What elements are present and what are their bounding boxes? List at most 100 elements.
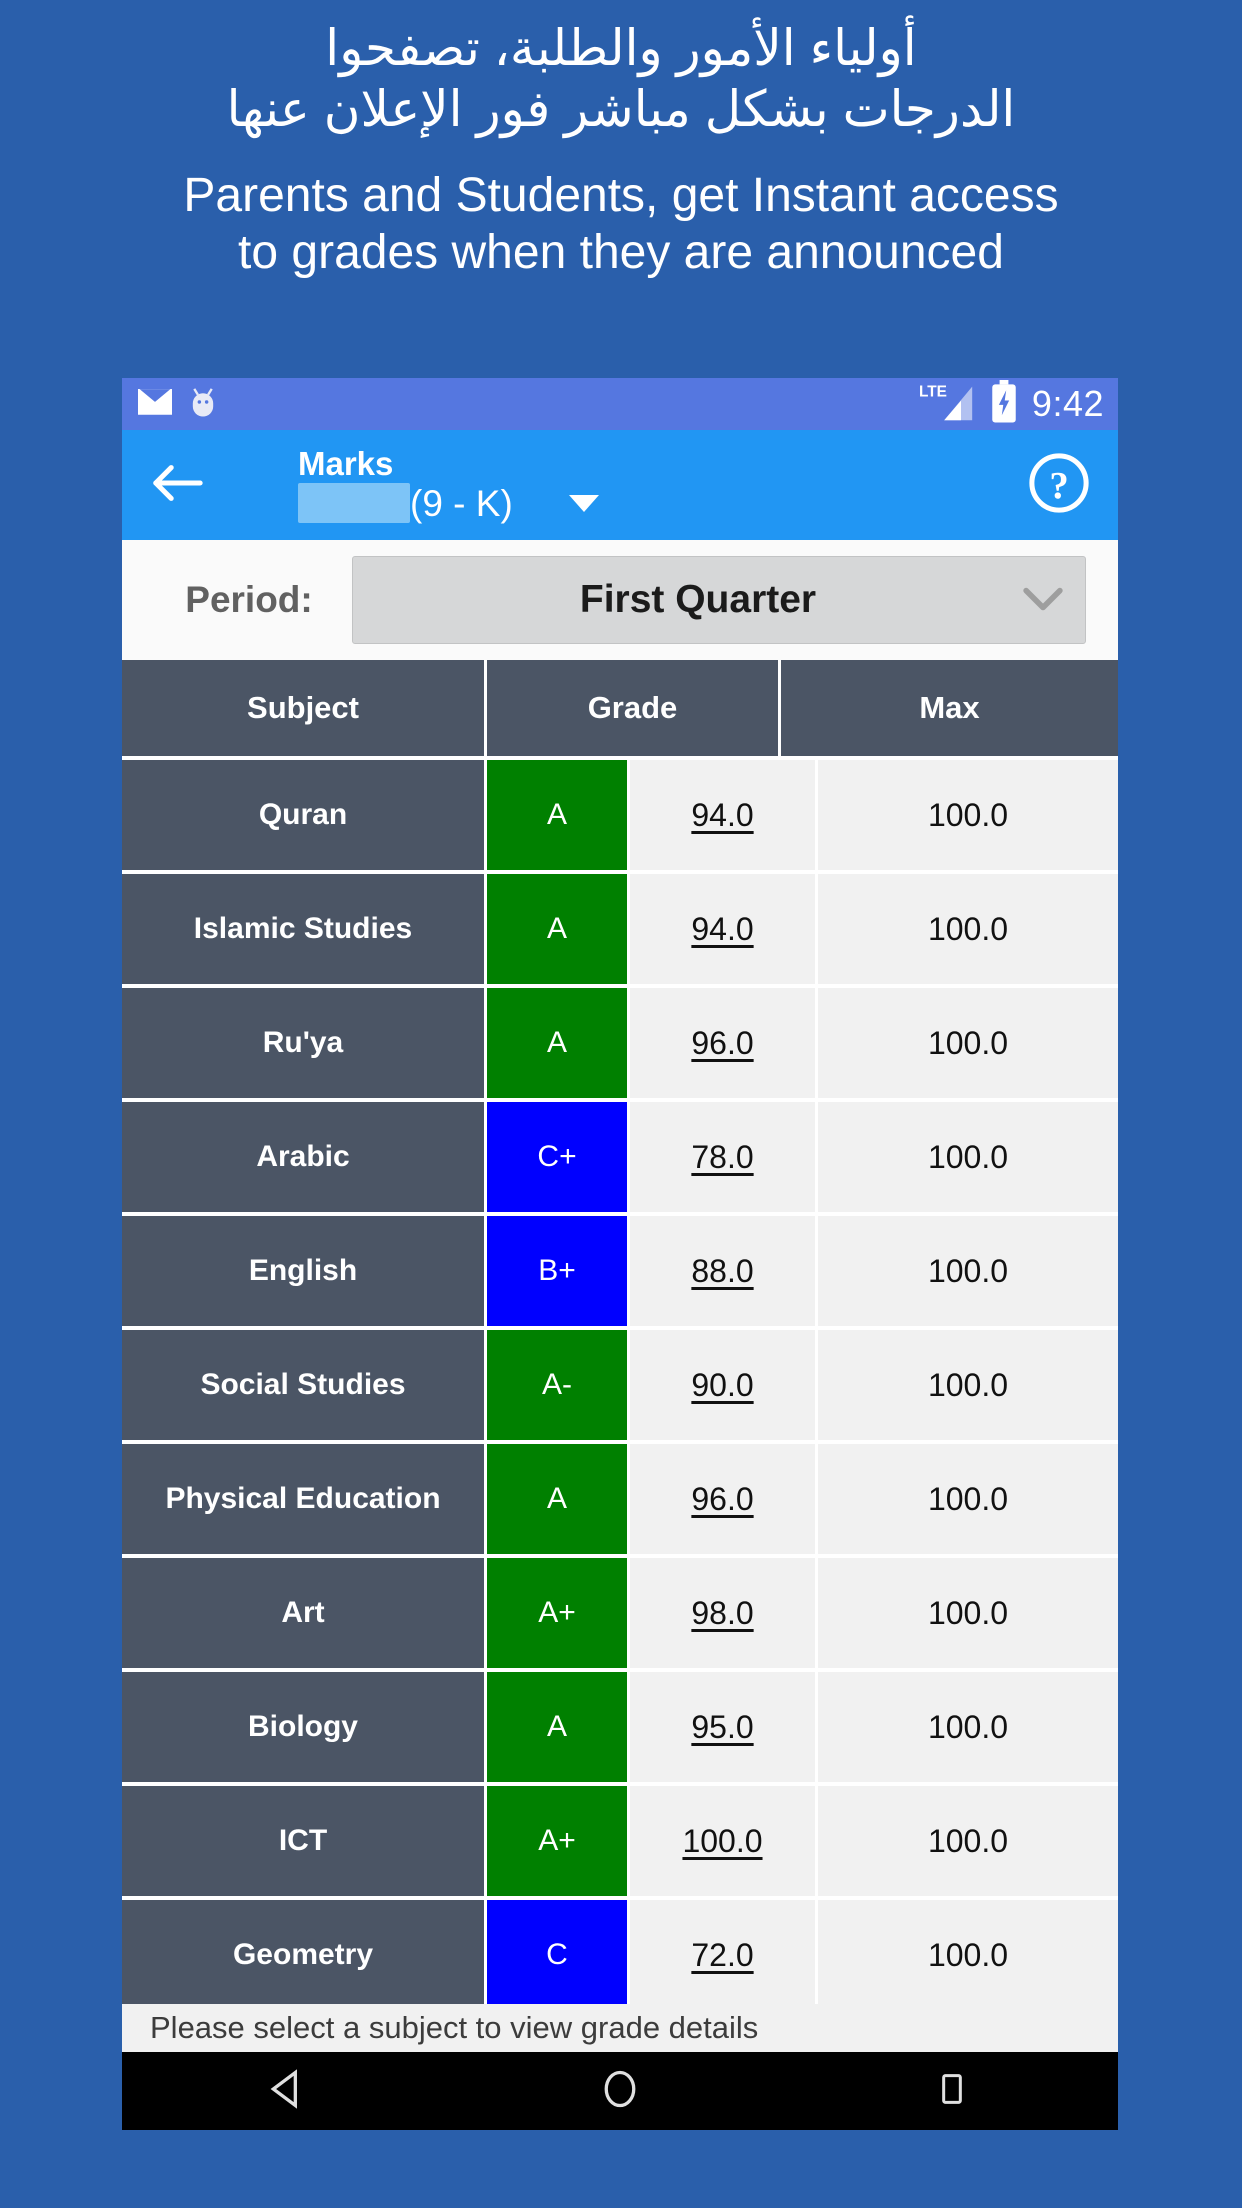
nav-home-button[interactable] xyxy=(560,2052,680,2130)
page-title: Marks xyxy=(298,444,394,482)
cell-grade-letter: A xyxy=(487,874,627,984)
table-row[interactable]: Geometry C 72.0 100.0 xyxy=(122,1900,1118,2010)
student-selector[interactable]: (9 - K) xyxy=(298,482,1004,524)
cell-subject: Quran xyxy=(122,760,484,870)
cell-grade-letter: C+ xyxy=(487,1102,627,1212)
cell-mark-value: 96.0 xyxy=(691,1024,754,1061)
table-row[interactable]: Arabic C+ 78.0 100.0 xyxy=(122,1102,1118,1212)
promo-banner: أولياء الأمور والطلبة، تصفحوا الدرجات بش… xyxy=(0,0,1242,281)
cell-subject: ICT xyxy=(122,1786,484,1896)
table-row[interactable]: Social Studies A- 90.0 100.0 xyxy=(122,1330,1118,1440)
help-circle-icon: ? xyxy=(1028,452,1090,519)
cell-mark-value: 88.0 xyxy=(691,1252,754,1289)
promo-english-line-1: Parents and Students, get Instant access xyxy=(183,169,1059,222)
period-selected-value: First Quarter xyxy=(579,578,817,621)
cell-mark-value: 98.0 xyxy=(691,1594,754,1631)
promo-arabic-headline: أولياء الأمور والطلبة، تصفحوا الدرجات بش… xyxy=(0,0,1242,140)
column-header-max: Max xyxy=(781,660,1118,756)
cell-mark-value: 96.0 xyxy=(691,1480,754,1517)
student-class-label: (9 - K) xyxy=(410,482,513,524)
cell-max: 100.0 xyxy=(818,1216,1118,1326)
cell-mark-value: 100.0 xyxy=(682,1822,763,1859)
cell-subject: Islamic Studies xyxy=(122,874,484,984)
cell-grade-letter: C xyxy=(487,1900,627,2010)
cell-max: 100.0 xyxy=(818,1330,1118,1440)
cell-mark: 96.0 xyxy=(630,988,815,1098)
svg-text:LTE: LTE xyxy=(919,383,947,400)
email-icon xyxy=(137,387,173,420)
cell-mark: 90.0 xyxy=(630,1330,815,1440)
cell-mark: 78.0 xyxy=(630,1102,815,1212)
cell-mark-value: 78.0 xyxy=(691,1138,754,1175)
cell-max: 100.0 xyxy=(818,1786,1118,1896)
promo-arabic-line-1: أولياء الأمور والطلبة، تصفحوا xyxy=(325,20,917,76)
cell-mark: 96.0 xyxy=(630,1444,815,1554)
nav-recents-button[interactable] xyxy=(892,2052,1012,2130)
cell-grade-letter: A xyxy=(487,1672,627,1782)
cell-max: 100.0 xyxy=(818,1102,1118,1212)
cell-subject: English xyxy=(122,1216,484,1326)
help-button[interactable]: ? xyxy=(1004,430,1114,540)
status-bar: LTE 9:42 xyxy=(122,378,1118,430)
table-row[interactable]: Islamic Studies A 94.0 100.0 xyxy=(122,874,1118,984)
table-row[interactable]: Quran A 94.0 100.0 xyxy=(122,760,1118,870)
period-dropdown[interactable]: First Quarter xyxy=(352,556,1086,644)
cell-max: 100.0 xyxy=(818,874,1118,984)
battery-charging-icon xyxy=(990,379,1018,429)
cell-mark: 94.0 xyxy=(630,874,815,984)
table-row[interactable]: Physical Education A 96.0 100.0 xyxy=(122,1444,1118,1554)
toast-text: Please select a subject to view grade de… xyxy=(150,2010,759,2045)
cell-mark: 95.0 xyxy=(630,1672,815,1782)
android-nav-bar xyxy=(122,2052,1118,2130)
cell-max: 100.0 xyxy=(818,760,1118,870)
table-header-row: Subject Grade Max xyxy=(122,660,1118,756)
cell-subject: Physical Education xyxy=(122,1444,484,1554)
promo-arabic-line-2: الدرجات بشكل مباشر فور الإعلان عنها xyxy=(226,81,1016,137)
home-circle-icon xyxy=(598,2067,642,2116)
status-bar-clock: 9:42 xyxy=(1031,383,1104,424)
cell-subject: Geometry xyxy=(122,1900,484,2010)
cell-subject: Art xyxy=(122,1558,484,1668)
cell-grade-letter: A- xyxy=(487,1330,627,1440)
column-header-grade: Grade xyxy=(487,660,778,756)
cell-subject: Biology xyxy=(122,1672,484,1782)
phone-screenshot: LTE 9:42 Marks (9 - K) ? Period: First Q… xyxy=(122,378,1118,2130)
cell-subject: Social Studies xyxy=(122,1330,484,1440)
cell-grade-letter: A xyxy=(487,1444,627,1554)
cell-max: 100.0 xyxy=(818,1900,1118,2010)
cell-mark: 100.0 xyxy=(630,1786,815,1896)
recents-square-icon xyxy=(932,2069,972,2114)
table-row[interactable]: Ru'ya A 96.0 100.0 xyxy=(122,988,1118,1098)
cell-max: 100.0 xyxy=(818,1672,1118,1782)
back-triangle-icon xyxy=(266,2067,310,2116)
cell-mark: 94.0 xyxy=(630,760,815,870)
svg-text:?: ? xyxy=(1049,464,1068,507)
toast-message: Please select a subject to view grade de… xyxy=(122,2004,1118,2052)
column-header-subject: Subject xyxy=(122,660,484,756)
chevron-down-icon xyxy=(1013,585,1073,615)
caret-down-icon[interactable] xyxy=(568,494,599,512)
table-row[interactable]: English B+ 88.0 100.0 xyxy=(122,1216,1118,1326)
grades-table: Subject Grade Max Quran A 94.0 100.0 Islamic… xyxy=(122,660,1118,2010)
promo-english-headline: Parents and Students, get Instant access… xyxy=(0,140,1242,281)
nav-back-button[interactable] xyxy=(228,2052,348,2130)
table-row[interactable]: ICT A+ 100.0 100.0 xyxy=(122,1786,1118,1896)
cell-mark-value: 72.0 xyxy=(691,1936,754,1973)
back-button[interactable] xyxy=(122,430,232,540)
table-row[interactable]: Biology A 95.0 100.0 xyxy=(122,1672,1118,1782)
table-row[interactable]: Art A+ 98.0 100.0 xyxy=(122,1558,1118,1668)
period-label: Period: xyxy=(185,579,313,620)
cell-subject: Arabic xyxy=(122,1102,484,1212)
cell-max: 100.0 xyxy=(818,988,1118,1098)
cell-mark: 88.0 xyxy=(630,1216,815,1326)
cell-max: 100.0 xyxy=(818,1558,1118,1668)
cell-mark: 98.0 xyxy=(630,1558,815,1668)
period-row: Period: First Quarter xyxy=(122,540,1118,660)
cell-grade-letter: A+ xyxy=(487,1786,627,1896)
student-name-redacted xyxy=(298,483,410,524)
cell-subject: Ru'ya xyxy=(122,988,484,1098)
android-head-icon xyxy=(188,386,218,423)
cell-mark-value: 94.0 xyxy=(691,796,754,833)
cell-grade-letter: A xyxy=(487,760,627,870)
cell-mark-value: 90.0 xyxy=(691,1366,754,1403)
